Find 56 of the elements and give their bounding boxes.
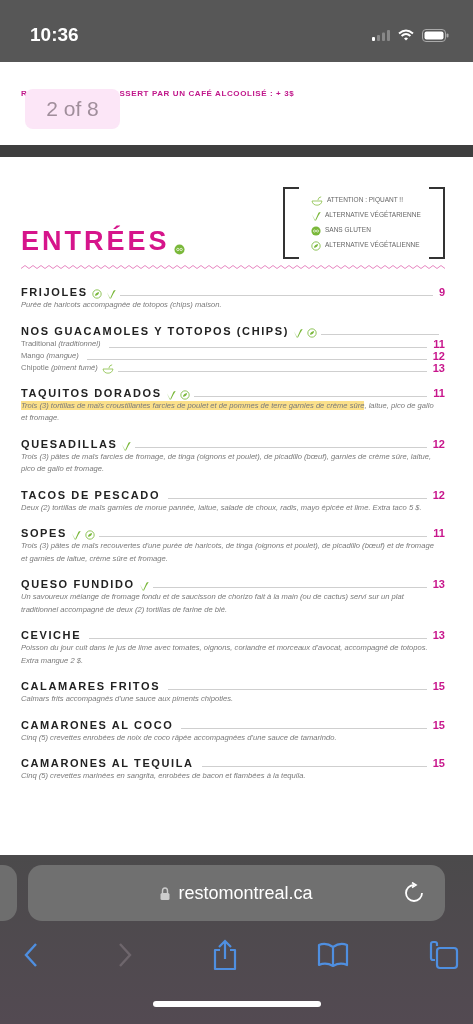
url-text: restomontreal.ca: [178, 881, 313, 905]
wifi-icon: [398, 29, 414, 41]
option-price: 11: [433, 337, 445, 350]
bookmarks-icon[interactable]: [317, 942, 350, 968]
battery-icon: [422, 28, 449, 42]
checkmark-icon: [165, 389, 176, 400]
dish-price: 15: [432, 679, 445, 693]
dish-price: 11: [433, 526, 445, 540]
dish-name: FRIJOLES: [21, 285, 88, 299]
dish-price: 12: [432, 436, 445, 451]
leaf-circle-icon: [307, 327, 317, 338]
clock-time: 10:36: [30, 22, 79, 47]
share-icon[interactable]: [211, 939, 238, 971]
dish-name: QUESADILLAS: [21, 436, 118, 451]
leaf-circle-icon: [91, 289, 102, 299]
checkmark-icon: [138, 581, 149, 591]
leaf-circle-icon: [179, 389, 190, 400]
bowl-icon: [101, 363, 114, 374]
dish-name: QUESO FUNDIDO: [21, 577, 135, 591]
dish-price: 11: [433, 385, 445, 400]
signal-icon: [372, 29, 390, 41]
dish-name: CALAMARES FRITOS: [21, 679, 161, 693]
tab-field[interactable]: [0, 865, 17, 921]
page-indicator: 2 of 8: [25, 89, 120, 129]
circle-badge-icon: [173, 244, 185, 255]
checkmark-icon: [121, 440, 132, 451]
dish-name: CEVICHE: [21, 628, 82, 642]
dish-price: 9: [438, 285, 445, 299]
dish-name: NOS GUACAMOLES Y TOTOPOS (CHIPS): [21, 323, 289, 338]
dish-name: CAMARONES AL TEQUILA: [21, 756, 194, 770]
reload-icon[interactable]: [405, 882, 425, 904]
dish-name: SOPES: [21, 526, 67, 540]
dish-price: 13: [432, 628, 445, 642]
dish-price: 13: [432, 577, 445, 591]
dish-name: CAMARONES AL COCO: [21, 717, 174, 732]
dish-name: TACOS DE PESCADO: [21, 487, 161, 502]
dish-price: 15: [432, 756, 445, 770]
dish-price: 15: [432, 717, 445, 732]
dish-name: TAQUITOS DORADOS: [21, 385, 162, 400]
bowl-icon: [311, 195, 323, 206]
leaf-circle-icon: [311, 240, 321, 251]
tabs-icon[interactable]: [429, 940, 459, 970]
leaf-circle-icon: [84, 530, 95, 540]
address-bar[interactable]: restomontreal.ca: [28, 865, 445, 921]
checkmark-icon: [105, 289, 116, 299]
option-price: 12: [432, 349, 445, 362]
menu-note-text: SSERT PAR UN CAFÉ ALCOOLISÉ : + 3$: [119, 88, 295, 100]
option-price: 13: [432, 361, 445, 374]
back-icon[interactable]: [24, 942, 38, 968]
checkmark-icon: [70, 530, 81, 540]
checkmark-icon: [311, 210, 321, 221]
circle-badge-icon: [311, 225, 321, 236]
menu-note-text: R: [21, 88, 28, 100]
checkmark-icon: [293, 327, 303, 338]
lock-icon: [160, 886, 171, 900]
dish-price: 12: [432, 487, 445, 502]
